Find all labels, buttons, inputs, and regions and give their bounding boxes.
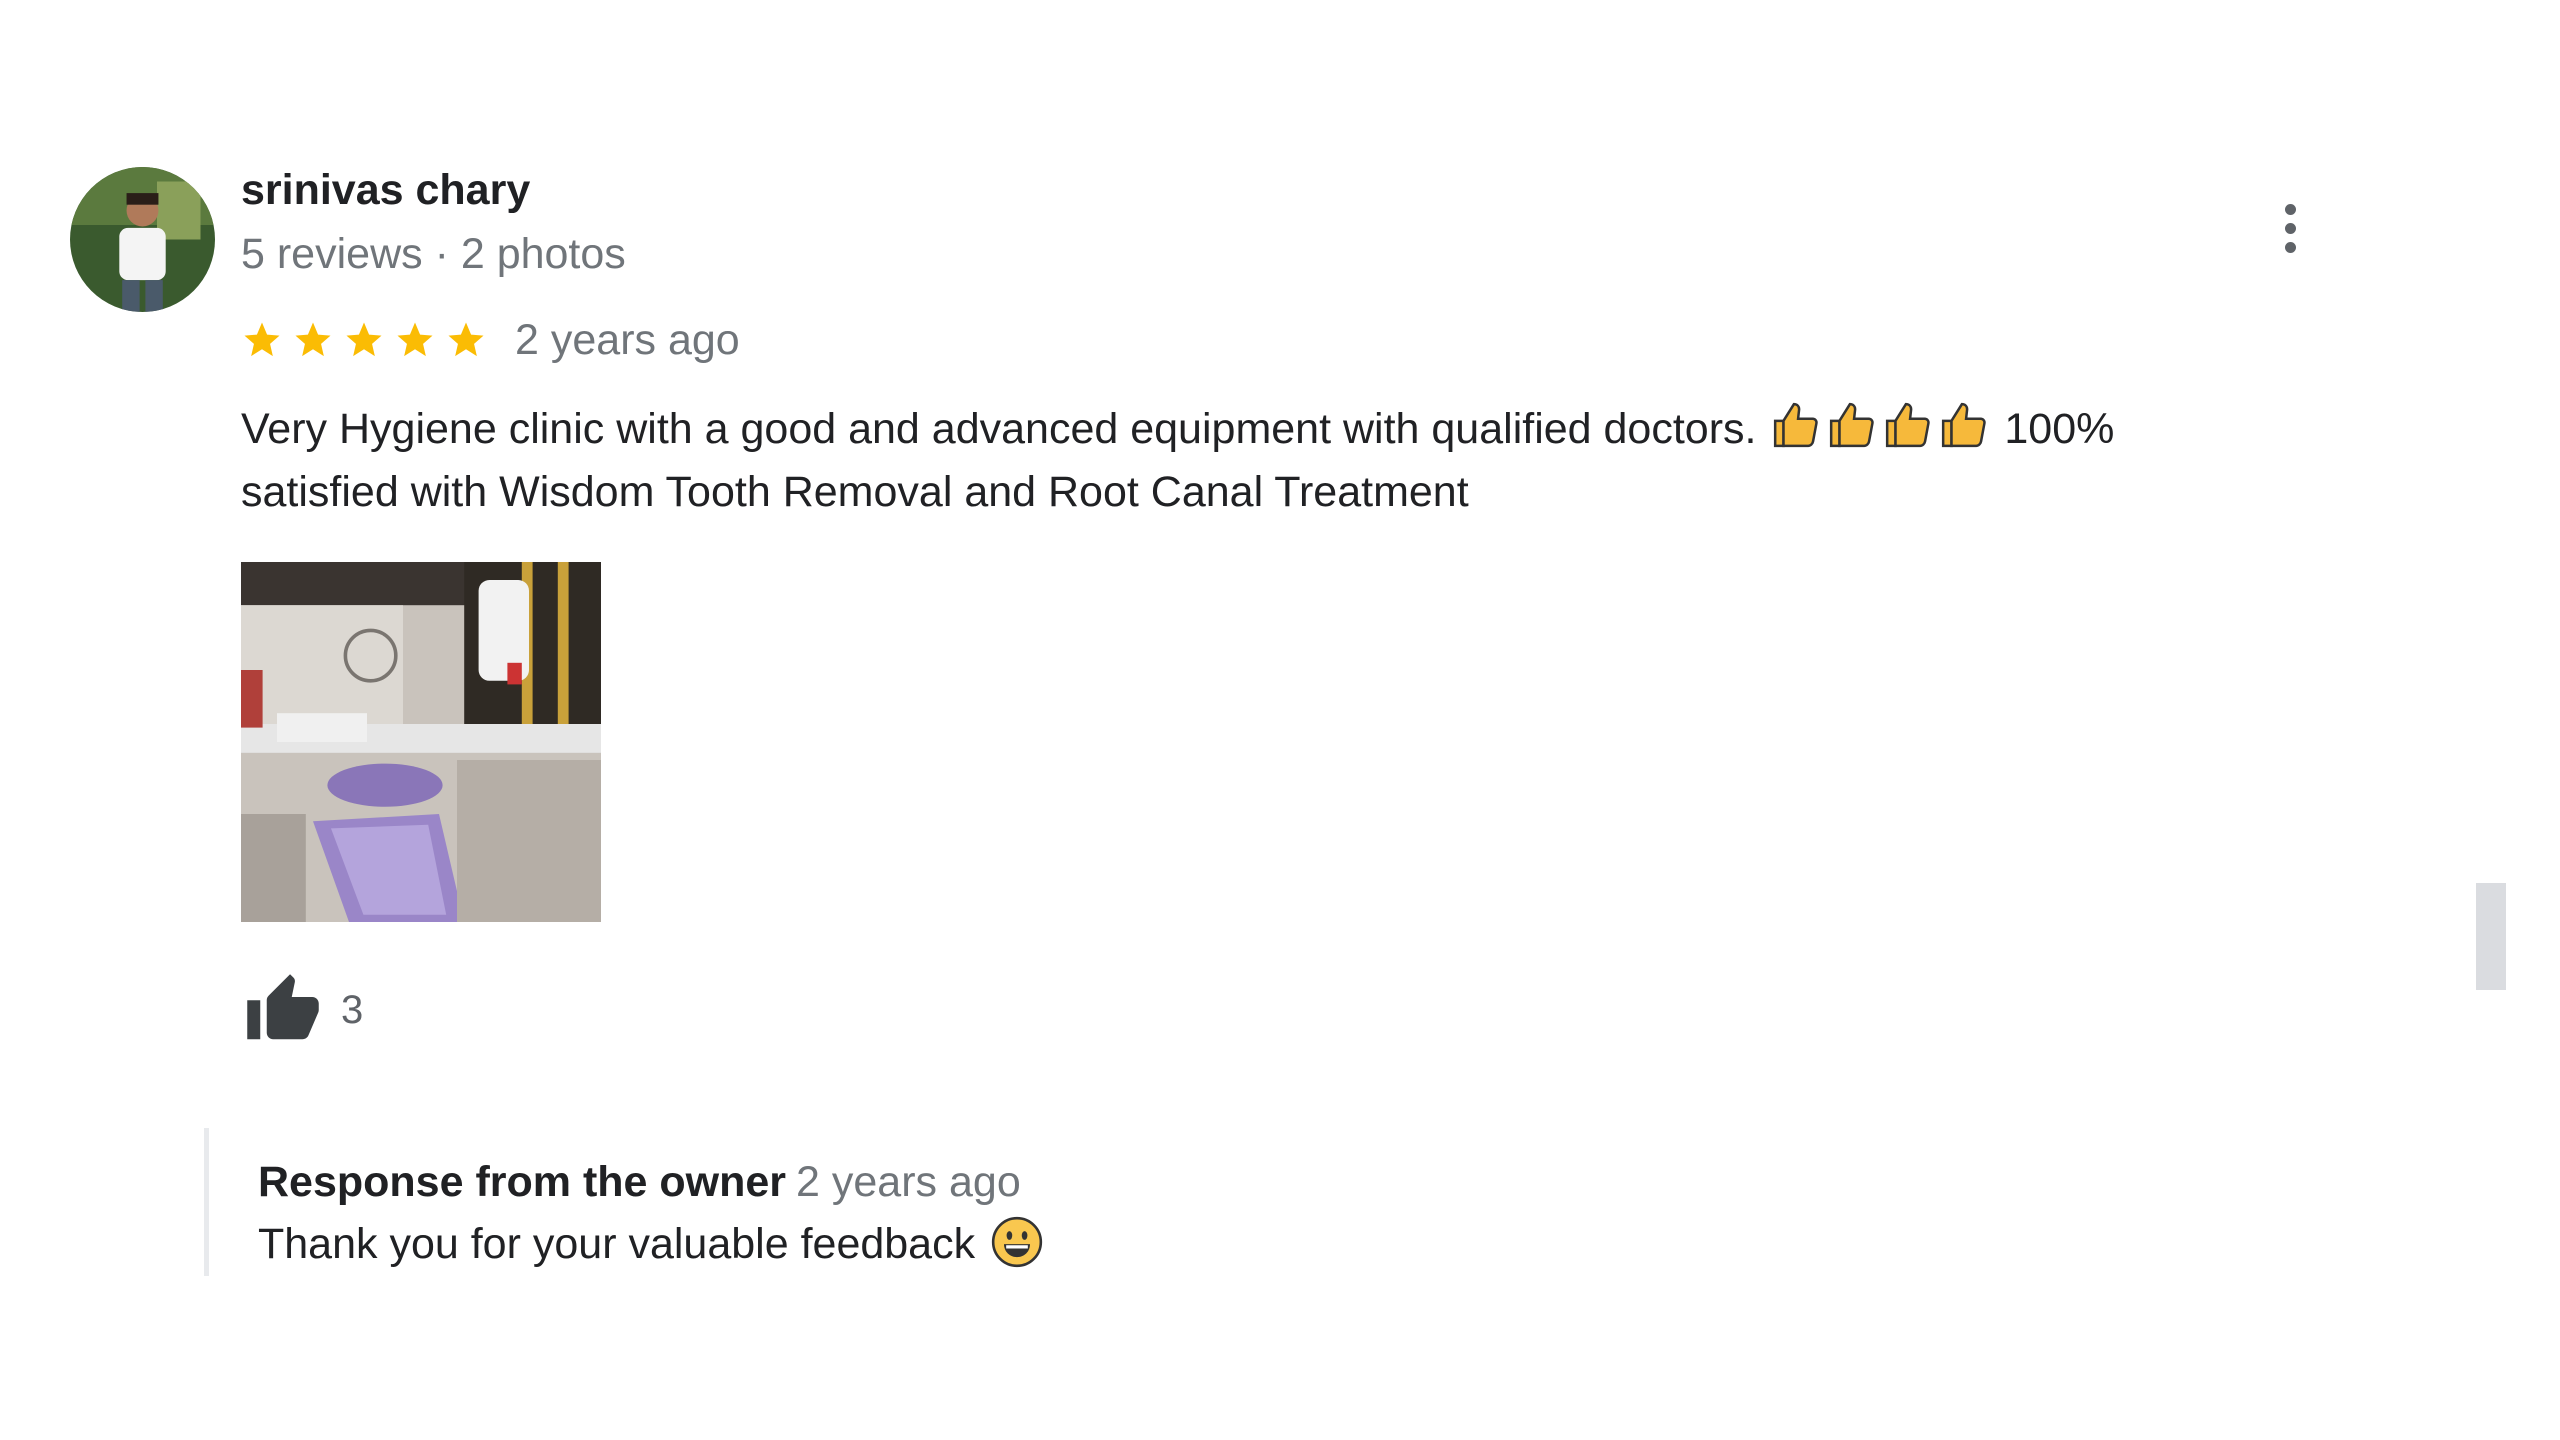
owner-response-text-row: Thank you for your valuable feedback	[258, 1216, 1043, 1272]
owner-response-header: Response from the owner 2 years ago	[258, 1154, 1043, 1210]
scrollbar-thumb[interactable]	[2476, 883, 2506, 990]
star-icon	[346, 322, 382, 357]
grinning-face-emoji-icon	[991, 1216, 1043, 1268]
rating-row: 2 years ago	[241, 312, 740, 368]
review-text: Very Hygiene clinic with a good and adva…	[241, 398, 2281, 524]
star-icon	[244, 322, 280, 357]
reviewer-name[interactable]: srinivas chary	[241, 166, 530, 215]
like-count: 3	[341, 987, 364, 1032]
more-vertical-icon	[2284, 203, 2296, 215]
review-text-part1: Very Hygiene clinic with a good and adva…	[241, 405, 1757, 453]
star-icon	[448, 322, 484, 357]
star-icon	[397, 322, 433, 357]
more-options-button[interactable]	[2262, 192, 2318, 264]
owner-response: Response from the owner 2 years ago Thank…	[204, 1128, 1043, 1276]
owner-response-date: 2 years ago	[796, 1158, 1021, 1206]
reviewer-avatar[interactable]	[70, 167, 215, 312]
thumbs-up-emoji-icon	[1830, 402, 1875, 448]
like-row: 3	[241, 970, 363, 1050]
review-date: 2 years ago	[515, 315, 740, 364]
thumbs-up-icon	[247, 974, 319, 1040]
reviewer-avatar-image	[70, 167, 215, 312]
more-vertical-icon-dot	[2284, 241, 2296, 253]
reviewer-meta[interactable]: 5 reviews · 2 photos	[241, 230, 626, 279]
star-icon	[295, 322, 331, 357]
dental-chair-photo	[241, 562, 601, 922]
thumbs-up-emoji-icon	[1942, 402, 1987, 448]
more-vertical-icon-dot	[2284, 222, 2296, 234]
owner-response-text: Thank you for your valuable feedback	[258, 1220, 976, 1268]
review-card: srinivas chary 5 reviews · 2 photos 2 ye…	[0, 0, 2560, 1440]
review-photo[interactable]	[241, 562, 601, 922]
thumbs-up-emoji-icon	[1774, 402, 1819, 448]
thumbs-up-emoji-icon	[1886, 402, 1931, 448]
like-button[interactable]	[241, 970, 327, 1050]
star-rating	[241, 319, 487, 361]
owner-response-title: Response from the owner	[258, 1158, 787, 1206]
